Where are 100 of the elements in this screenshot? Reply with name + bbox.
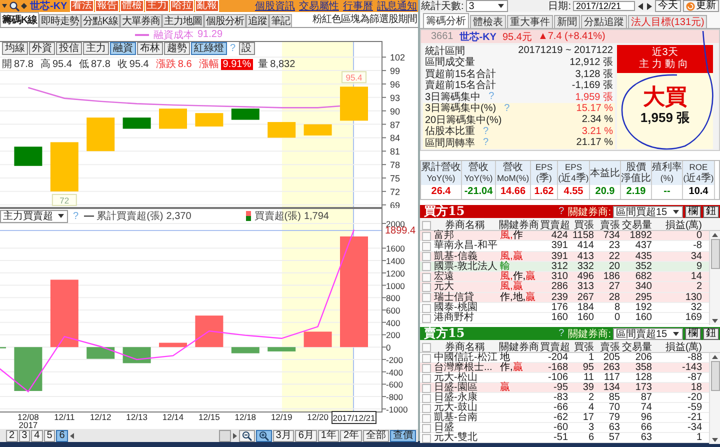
header-text: EPS — [535, 162, 552, 172]
table-cell-text: -8 — [692, 241, 703, 252]
broker-row[interactable]: 元大 風,贏 286 313 27 340 2 — [420, 282, 709, 293]
analysis-tab[interactable]: 籌碼分析 — [423, 13, 469, 28]
row-checkbox[interactable] — [422, 242, 431, 251]
page-button[interactable]: 3 — [18, 430, 30, 442]
chart-tab[interactable]: 追蹤 — [246, 14, 269, 27]
candle — [231, 108, 260, 120]
row-checkbox[interactable] — [422, 232, 431, 240]
metric-value: 26.4 — [430, 185, 452, 198]
row-checkbox[interactable] — [422, 384, 431, 392]
row-checkbox[interactable] — [422, 434, 431, 442]
broker-row[interactable]: 中國信託-松江 地 -204 1 205 206 -88 — [420, 353, 709, 363]
select-all-checkbox[interactable] — [422, 342, 431, 352]
chart-tab[interactable]: 即時走勢 — [39, 14, 82, 27]
settings-button[interactable]: 設 — [238, 42, 255, 55]
chart-tab[interactable]: 大單券商 — [120, 14, 162, 27]
scroll-handle[interactable] — [218, 430, 231, 442]
range-button[interactable]: 6月 — [295, 430, 317, 442]
indicator-toggle[interactable]: 外資 — [29, 42, 55, 55]
quote-value: 8,832 — [270, 58, 296, 70]
range-button[interactable]: 全部 — [363, 430, 389, 442]
filter-select[interactable]: 區間買超15 — [613, 206, 683, 218]
row-checkbox[interactable] — [422, 262, 431, 272]
analysis-tab[interactable]: 分點追蹤 — [581, 15, 627, 28]
broker-row[interactable]: 元大-鼓山 -66 4 70 74 -59 — [420, 403, 709, 413]
previous-icon[interactable] — [637, 2, 644, 10]
toolbar-link[interactable]: 訊息通知 — [377, 0, 417, 12]
chart-tab[interactable]: 主力地圖 — [162, 14, 204, 27]
panel-button[interactable]: 欄 — [685, 328, 701, 340]
row-checkbox[interactable] — [422, 282, 431, 292]
indicator-toggle[interactable]: 均線 — [2, 42, 28, 55]
chart-tab[interactable]: 分點K線 — [81, 14, 120, 27]
indicator-toggle[interactable]: 趨勢 — [164, 42, 190, 55]
range-button[interactable]: 查價 — [390, 430, 416, 442]
broker-row[interactable]: 日盛-永康 -83 2 85 87 -20 — [420, 393, 709, 403]
chart-tab[interactable]: 筆記 — [268, 14, 292, 27]
indicator-select[interactable]: 主力買賣超 — [0, 210, 68, 222]
zoom-in-button[interactable] — [256, 430, 272, 442]
row-checkbox[interactable] — [422, 404, 431, 412]
broker-row[interactable]: 日盛 -60 3 63 66 -34 — [420, 423, 709, 433]
row-checkbox[interactable] — [422, 314, 431, 323]
indicator-toggle[interactable]: 紅綠燈 — [191, 42, 227, 55]
header-text: 股價 — [626, 162, 646, 173]
filter-select[interactable]: 區間賣超15 — [613, 328, 683, 340]
panel-button[interactable]: 欄 — [685, 206, 701, 218]
days-select[interactable]: 3 — [466, 0, 508, 12]
row-checkbox[interactable] — [422, 354, 431, 362]
stat-label: 區間周轉率 — [425, 136, 475, 150]
y-tick-label: 93 — [390, 92, 400, 103]
panel-button[interactable]: 鈕 — [703, 328, 719, 340]
page-button[interactable]: 4 — [31, 430, 43, 442]
panel-button[interactable]: 鈕 — [703, 206, 719, 218]
row-checkbox[interactable] — [422, 424, 431, 432]
toolbar-link[interactable]: 行事曆 — [343, 0, 373, 12]
range-button[interactable]: 3月 — [272, 430, 294, 442]
analysis-tab[interactable]: 法人目標(131元) — [628, 15, 708, 28]
indicator-toggle[interactable]: 布林 — [137, 42, 163, 55]
chart-tab[interactable]: 個股分析 — [204, 14, 246, 27]
indicator-toggle[interactable]: 融資 — [110, 42, 136, 55]
date-field[interactable]: 2017/12/21 — [573, 1, 635, 11]
page-button[interactable]: 6 — [56, 430, 68, 442]
today-button[interactable]: 今天 — [655, 0, 681, 12]
broker-row[interactable]: 凱基-台南 -62 17 79 96 -21 — [420, 413, 709, 423]
row-checkbox[interactable] — [422, 252, 431, 262]
chart-tab[interactable]: 籌碼K線 — [0, 12, 40, 27]
broker-row[interactable]: 台灣摩根士... 作,贏 -168 95 263 358 -143 — [420, 363, 709, 373]
toolbar-link[interactable]: 交易屬性 — [299, 0, 339, 12]
broker-row[interactable]: 港商野村 160 160 0 160 169 — [420, 313, 709, 324]
row-checkbox[interactable] — [422, 293, 431, 302]
row-checkbox[interactable] — [422, 374, 431, 382]
scrollbar[interactable] — [709, 231, 720, 325]
select-all-checkbox[interactable] — [422, 220, 431, 230]
broker-row[interactable]: 凱基-信義 風,贏 391 413 22 435 34 — [420, 252, 709, 262]
next-icon[interactable] — [646, 2, 653, 10]
page-button[interactable]: 2 — [6, 430, 18, 442]
row-checkbox[interactable] — [422, 394, 431, 402]
row-checkbox[interactable] — [422, 414, 431, 422]
row-checkbox[interactable] — [422, 364, 431, 372]
analysis-tab[interactable]: 體檢表 — [470, 15, 506, 28]
scrollbar[interactable] — [709, 353, 720, 444]
row-checkbox[interactable] — [422, 304, 431, 313]
axis-tick: 84 — [382, 133, 400, 144]
row-checkbox[interactable] — [422, 272, 431, 282]
analysis-tab[interactable]: 重大事件 — [507, 15, 553, 28]
range-button[interactable]: 2年 — [340, 430, 362, 442]
search-icon[interactable] — [9, 0, 20, 12]
toolbar-link[interactable]: 個股資訊 — [255, 0, 295, 12]
page-button[interactable]: 5 — [44, 430, 56, 442]
broker-row[interactable]: 日盛-園區 贏 -95 39 134 173 18 — [420, 383, 709, 393]
header-text: 營收 — [468, 162, 488, 173]
zoom-out-button[interactable] — [238, 430, 255, 442]
range-button[interactable]: 1年 — [318, 430, 340, 442]
indicator-toggle[interactable]: 主力 — [83, 42, 109, 55]
broker-row[interactable]: 元大-雙北 -51 6 57 63 1 — [420, 433, 709, 443]
analysis-tab[interactable]: 新聞 — [554, 15, 580, 28]
indicator-toggle[interactable]: 投信 — [56, 42, 82, 55]
broker-row[interactable]: 華南永昌-和平 391 414 23 437 -8 — [420, 241, 709, 252]
help-link[interactable]: ? — [556, 206, 566, 217]
broker-row[interactable]: 元大-松山 -106 11 117 128 -87 — [420, 373, 709, 383]
